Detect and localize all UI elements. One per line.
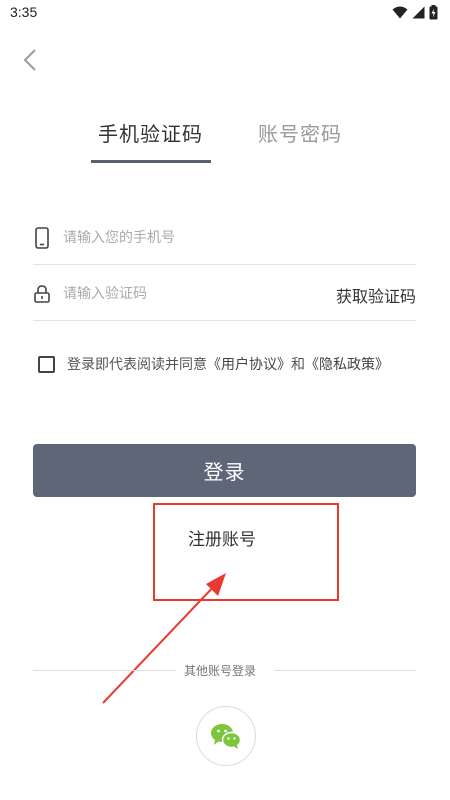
divider-left	[33, 670, 176, 671]
status-bar: 3:35	[0, 0, 450, 26]
other-login-label: 其他账号登录	[184, 664, 257, 678]
status-icons	[392, 5, 438, 20]
phone-input[interactable]	[63, 224, 323, 252]
annotation-highlight-box	[153, 503, 339, 601]
register-link[interactable]: 注册账号	[188, 525, 256, 550]
tab-account-password[interactable]: 账号密码	[258, 118, 342, 147]
signal-icon	[412, 6, 425, 19]
login-button[interactable]: 登录	[33, 444, 416, 497]
battery-icon	[429, 5, 438, 20]
chevron-left-icon	[23, 49, 36, 71]
phone-field-row	[33, 212, 416, 265]
privacy-policy-link[interactable]: 《隐私政策》	[305, 357, 389, 373]
divider-right	[274, 670, 416, 671]
agreement-row: 登录即代表阅读并同意《用户协议》和《隐私政策》	[38, 354, 389, 374]
wifi-icon	[392, 6, 408, 19]
verification-code-input[interactable]	[63, 280, 323, 308]
agreement-prefix: 登录即代表阅读并同意	[67, 357, 207, 373]
agreement-conjunction: 和	[291, 357, 305, 373]
wechat-icon	[211, 724, 242, 749]
annotation-arrow	[102, 573, 226, 704]
get-code-button[interactable]: 获取验证码	[336, 283, 416, 307]
lock-icon	[33, 282, 51, 306]
user-agreement-link[interactable]: 《用户协议》	[207, 357, 291, 373]
back-button[interactable]	[14, 44, 46, 76]
tab-sms-code[interactable]: 手机验证码	[98, 118, 203, 147]
agreement-checkbox[interactable]	[38, 355, 55, 373]
phone-icon	[33, 226, 51, 250]
active-tab-indicator	[91, 160, 211, 163]
code-field-row: 获取验证码	[33, 268, 416, 321]
status-time: 3:35	[10, 4, 38, 20]
agreement-text: 登录即代表阅读并同意《用户协议》和《隐私政策》	[67, 354, 389, 374]
wechat-login-button[interactable]	[196, 706, 256, 766]
